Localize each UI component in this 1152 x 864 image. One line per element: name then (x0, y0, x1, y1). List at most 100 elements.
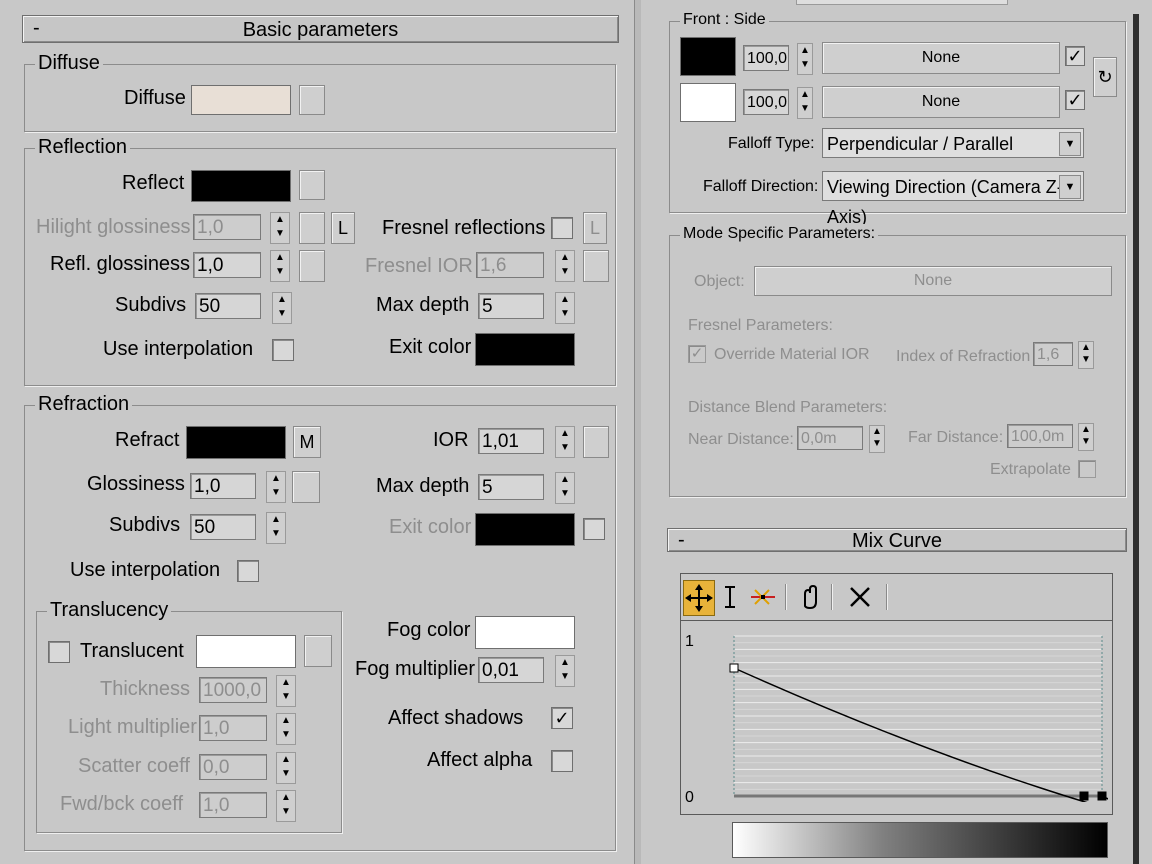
side-amount-spinner[interactable]: ▲ ▼ (797, 87, 813, 119)
ior-map-button[interactable] (583, 426, 609, 458)
fresnel-ior-spinner[interactable]: ▲ ▼ (555, 250, 575, 282)
chevron-down-icon[interactable]: ▼ (1059, 175, 1081, 199)
side-amount-input[interactable]: 100,0 (743, 89, 789, 115)
side-color-swatch[interactable] (680, 83, 736, 122)
ior-input[interactable]: 1,01 (478, 428, 544, 454)
fresnel-ior-input[interactable]: 1,6 (476, 252, 544, 278)
fog-color-swatch[interactable] (475, 616, 575, 649)
side-map-button[interactable]: None (822, 86, 1060, 118)
thickness-spinner[interactable]: ▲ ▼ (276, 675, 296, 707)
reflection-subdivs-input[interactable]: 50 (195, 293, 261, 319)
refraction-exit-color-label: Exit color (389, 516, 472, 538)
top-edge-field (796, 0, 1008, 5)
diffuse-color-swatch[interactable] (191, 85, 291, 115)
refract-color-swatch[interactable] (186, 426, 286, 459)
swap-colors-button[interactable]: ↻ (1093, 57, 1117, 97)
delete-icon[interactable] (847, 582, 873, 612)
scatter-coeff-label: Scatter coeff (78, 755, 190, 777)
far-distance-spinner[interactable]: ▲ ▼ (1078, 423, 1094, 451)
refraction-glossiness-input[interactable]: 1,0 (190, 473, 256, 499)
front-amount-spinner[interactable]: ▲ ▼ (797, 43, 813, 75)
reflection-max-depth-spinner[interactable]: ▲ ▼ (555, 292, 575, 324)
reflection-use-interpolation-checkbox[interactable] (272, 339, 294, 361)
light-multiplier-input[interactable]: 1,0 (199, 715, 267, 741)
refraction-glossiness-spinner[interactable]: ▲ ▼ (266, 471, 286, 503)
front-map-checkbox[interactable]: ✓ (1065, 46, 1085, 66)
refraction-max-depth-spinner[interactable]: ▲ ▼ (555, 472, 575, 504)
object-label: Object: (694, 273, 745, 290)
right-scrollbar-track[interactable] (1133, 14, 1139, 864)
pan-icon[interactable] (797, 582, 823, 612)
ior-spinner[interactable]: ▲ ▼ (555, 426, 575, 458)
affect-alpha-checkbox[interactable] (551, 750, 573, 772)
scatter-coeff-input[interactable]: 0,0 (199, 754, 267, 780)
reflection-subdivs-spinner[interactable]: ▲ ▼ (272, 292, 292, 324)
ior-label: IOR (433, 429, 469, 451)
falloff-direction-dropdown[interactable]: Viewing Direction (Camera Z-Axis) ▼ (822, 171, 1084, 227)
insert-point-icon[interactable] (747, 582, 779, 612)
panel-scrollbar[interactable] (634, 0, 641, 864)
front-color-swatch[interactable] (680, 37, 736, 76)
translucent-map-button[interactable] (304, 635, 332, 667)
hilight-lock-button[interactable]: L (331, 212, 355, 244)
fresnel-lock-button[interactable]: L (583, 212, 607, 244)
refraction-exit-color-checkbox[interactable] (583, 518, 605, 540)
near-distance-spinner[interactable]: ▲ ▼ (869, 425, 885, 453)
curve-control-point[interactable] (729, 663, 739, 673)
reflect-color-swatch[interactable] (191, 170, 291, 202)
refract-map-button[interactable]: M (293, 426, 321, 458)
object-pick-button[interactable]: None (754, 266, 1112, 296)
curve-control-point[interactable] (1079, 791, 1089, 801)
fog-multiplier-input[interactable]: 0,01 (478, 657, 544, 683)
move-icon[interactable] (683, 580, 715, 616)
hilight-glossiness-spinner[interactable]: ▲ ▼ (270, 212, 290, 244)
affect-shadows-checkbox[interactable]: ✓ (551, 707, 573, 729)
fresnel-ior-map-button[interactable] (583, 250, 609, 282)
reflection-exit-color-swatch[interactable] (475, 333, 575, 366)
fwd-bck-coeff-input[interactable]: 1,0 (199, 792, 267, 818)
hilight-map-button[interactable] (299, 212, 325, 244)
thickness-input[interactable]: 1000,0 (199, 677, 267, 703)
fresnel-reflections-checkbox[interactable] (551, 217, 573, 239)
scatter-coeff-spinner[interactable]: ▲ ▼ (276, 752, 296, 784)
translucent-color-swatch[interactable] (196, 635, 296, 668)
translucent-label: Translucent (80, 640, 184, 662)
refraction-subdivs-spinner[interactable]: ▲ ▼ (266, 512, 286, 544)
far-distance-input[interactable]: 100,0m (1007, 424, 1073, 448)
refl-glossiness-spinner[interactable]: ▲ ▼ (270, 250, 290, 282)
basic-parameters-header[interactable]: - Basic parameters (22, 15, 619, 43)
side-map-checkbox[interactable]: ✓ (1065, 90, 1085, 110)
affect-shadows-label: Affect shadows (388, 707, 524, 729)
scale-icon[interactable] (719, 582, 741, 612)
override-ior-checkbox[interactable]: ✓ (688, 345, 706, 363)
mix-curve-header[interactable]: - Mix Curve (667, 528, 1127, 552)
falloff-type-dropdown[interactable]: Perpendicular / Parallel ▼ (822, 128, 1084, 158)
index-of-refraction-spinner[interactable]: ▲ ▼ (1078, 341, 1094, 369)
curve-control-point[interactable] (1097, 791, 1107, 801)
index-of-refraction-input[interactable]: 1,6 (1033, 342, 1073, 366)
refl-glossiness-map-button[interactable] (299, 250, 325, 282)
fwd-bck-coeff-spinner[interactable]: ▲ ▼ (276, 790, 296, 822)
translucent-checkbox[interactable] (48, 641, 70, 663)
curve-graph[interactable] (728, 630, 1108, 802)
falloff-direction-label: Falloff Direction: (703, 178, 819, 195)
extrapolate-checkbox[interactable] (1078, 460, 1096, 478)
fog-multiplier-spinner[interactable]: ▲ ▼ (555, 655, 575, 687)
refraction-glossiness-map-button[interactable] (292, 471, 320, 503)
chevron-down-icon[interactable]: ▼ (1059, 132, 1081, 156)
refraction-use-interpolation-checkbox[interactable] (237, 560, 259, 582)
hilight-glossiness-input[interactable]: 1,0 (193, 214, 261, 240)
front-amount-input[interactable]: 100,0 (743, 45, 789, 71)
front-map-button[interactable]: None (822, 42, 1060, 74)
refraction-exit-color-swatch[interactable] (475, 513, 575, 546)
refl-glossiness-input[interactable]: 1,0 (193, 252, 261, 278)
reflect-map-button[interactable] (299, 170, 325, 200)
mix-curve-line[interactable] (733, 667, 1108, 802)
refraction-subdivs-input[interactable]: 50 (190, 514, 256, 540)
light-multiplier-spinner[interactable]: ▲ ▼ (276, 713, 296, 745)
refraction-max-depth-input[interactable]: 5 (478, 474, 544, 500)
diffuse-map-button[interactable] (299, 85, 325, 115)
refraction-use-interpolation-label: Use interpolation (70, 559, 221, 581)
near-distance-input[interactable]: 0,0m (797, 426, 863, 450)
reflection-max-depth-input[interactable]: 5 (478, 293, 544, 319)
